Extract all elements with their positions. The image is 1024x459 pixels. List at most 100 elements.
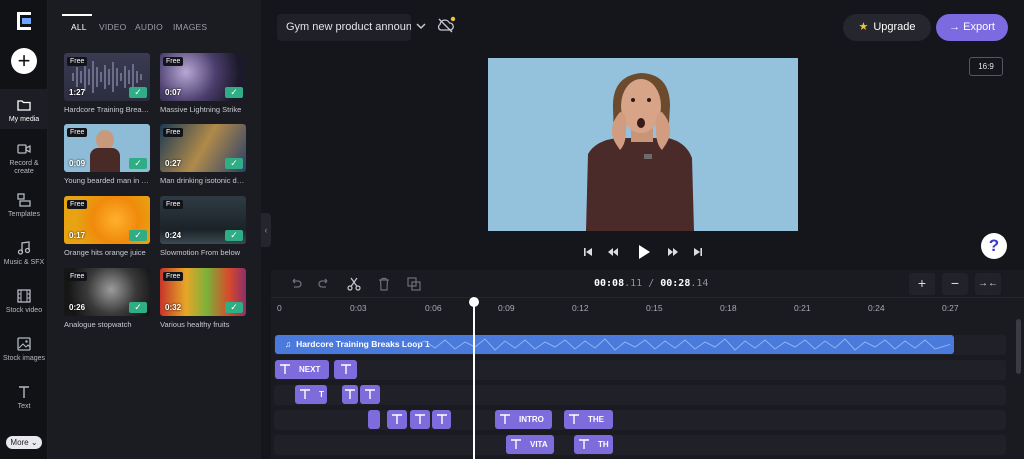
export-label: Export bbox=[963, 21, 995, 33]
check-icon: ✓ bbox=[225, 230, 243, 241]
fast-forward-icon[interactable] bbox=[667, 247, 679, 257]
zoom-in-button[interactable]: + bbox=[909, 273, 935, 295]
current-time-frac: .11 bbox=[624, 278, 643, 289]
rail-item-templates[interactable]: Templates bbox=[0, 192, 48, 219]
current-time: 00:08 bbox=[594, 278, 625, 289]
ruler-tick: 0:12 bbox=[572, 303, 589, 313]
media-tile[interactable]: Free 1:27 ✓ Hardcore Training Breaks Loo… bbox=[64, 53, 150, 114]
rail-item-my-media[interactable]: My media bbox=[0, 89, 48, 129]
ruler-tick: 0:18 bbox=[720, 303, 737, 313]
media-tile[interactable]: Free 0:27 ✓ Man drinking isotonic drink bbox=[160, 124, 246, 185]
text-clip[interactable] bbox=[410, 410, 430, 429]
media-tile[interactable]: Free 0:09 ✓ Young bearded man in shock bbox=[64, 124, 150, 185]
audio-clip-label: ♫ Hardcore Training Breaks Loop 1 bbox=[285, 335, 430, 354]
image-icon bbox=[17, 337, 31, 351]
text-clip[interactable]: THE bbox=[564, 410, 613, 429]
media-tile[interactable]: Free 0:24 ✓ Slowmotion From below bbox=[160, 196, 246, 257]
cloud-sync-icon[interactable] bbox=[436, 16, 456, 34]
timeline-scrollbar[interactable] bbox=[1016, 319, 1021, 374]
music-icon bbox=[17, 241, 31, 255]
collapse-panel-button[interactable]: ‹ bbox=[261, 213, 271, 247]
app-logo-icon[interactable] bbox=[12, 9, 36, 33]
text-clip[interactable]: TH bbox=[574, 435, 613, 454]
tab-images[interactable]: IMAGES bbox=[173, 14, 207, 40]
duplicate-icon[interactable] bbox=[406, 276, 422, 292]
rail-item-text[interactable]: Text bbox=[0, 384, 48, 411]
tab-audio[interactable]: AUDIO bbox=[135, 14, 163, 40]
media-tile[interactable]: Free 0:17 ✓ Orange hits orange juice bbox=[64, 196, 150, 257]
redo-icon[interactable] bbox=[316, 276, 332, 292]
text-icon bbox=[280, 364, 290, 374]
rewind-icon[interactable] bbox=[607, 247, 619, 257]
playhead-handle[interactable] bbox=[469, 297, 479, 307]
media-name: Young bearded man in shock bbox=[64, 176, 150, 185]
more-label: More bbox=[10, 438, 29, 447]
text-icon bbox=[579, 439, 589, 449]
text-track bbox=[274, 360, 1006, 380]
text-clip[interactable]: NEXT bbox=[275, 360, 329, 379]
rail-item-record[interactable]: Record & create bbox=[0, 141, 48, 176]
media-tile[interactable]: Free 0:32 ✓ Various healthy fruits bbox=[160, 268, 246, 329]
skip-back-icon[interactable] bbox=[583, 247, 593, 257]
rail-item-stock-video[interactable]: Stock video bbox=[0, 288, 48, 315]
rail-item-stock-images[interactable]: Stock images bbox=[0, 336, 48, 363]
duration-label: 0:32 bbox=[165, 303, 182, 312]
thumbnail: Free 0:07 ✓ bbox=[160, 53, 246, 101]
text-clip[interactable] bbox=[342, 385, 358, 404]
text-clip[interactable] bbox=[360, 385, 380, 404]
media-tile[interactable]: Free 0:26 ✓ Analogue stopwatch bbox=[64, 268, 150, 329]
check-icon: ✓ bbox=[129, 230, 147, 241]
text-icon bbox=[365, 389, 375, 399]
free-badge: Free bbox=[67, 128, 88, 137]
ruler-tick: 0:06 bbox=[425, 303, 442, 313]
playhead[interactable] bbox=[473, 299, 475, 459]
text-clip[interactable] bbox=[368, 410, 380, 429]
text-clip[interactable] bbox=[334, 360, 357, 379]
ruler-tick: 0:27 bbox=[942, 303, 959, 313]
rail-label: Stock video bbox=[5, 307, 43, 314]
text-clip[interactable]: T bbox=[295, 385, 327, 404]
rail-label: Music & SFX bbox=[3, 259, 45, 266]
text-clip-label: THE bbox=[588, 415, 604, 424]
text-clip[interactable]: INTRO bbox=[495, 410, 552, 429]
audio-clip-name: Hardcore Training Breaks Loop 1 bbox=[296, 339, 430, 349]
text-icon bbox=[300, 389, 310, 399]
trash-icon[interactable] bbox=[376, 276, 392, 292]
export-button[interactable]: → Export bbox=[936, 14, 1008, 41]
undo-icon[interactable] bbox=[288, 276, 304, 292]
templates-icon bbox=[17, 193, 31, 207]
more-button[interactable]: More ⌄ bbox=[6, 436, 42, 449]
thumbnail: Free 1:27 ✓ bbox=[64, 53, 150, 101]
split-scissors-icon[interactable] bbox=[346, 276, 362, 292]
thumbnail: Free 0:27 ✓ bbox=[160, 124, 246, 172]
aspect-ratio-button[interactable]: 16:9 bbox=[969, 57, 1003, 76]
text-clip[interactable] bbox=[387, 410, 407, 429]
app-window: + My media Record & create Templates Mus… bbox=[0, 0, 1024, 459]
timecode: 00:08.11 / 00:28.14 bbox=[594, 278, 709, 289]
rail-label: Text bbox=[17, 403, 31, 410]
media-tile[interactable]: Free 0:07 ✓ Massive Lightning Strike bbox=[160, 53, 246, 114]
text-clip[interactable] bbox=[432, 410, 451, 429]
text-icon bbox=[569, 414, 579, 424]
ruler-tick: 0:09 bbox=[498, 303, 515, 313]
play-icon[interactable] bbox=[637, 244, 651, 260]
add-media-button[interactable]: + bbox=[11, 48, 37, 74]
tab-video[interactable]: VIDEO bbox=[99, 14, 126, 40]
upgrade-button[interactable]: ★ Upgrade bbox=[843, 14, 931, 41]
help-button[interactable]: ? bbox=[981, 233, 1007, 259]
timeline-ruler[interactable]: 0 0:03 0:06 0:09 0:12 0:15 0:18 0:21 0:2… bbox=[271, 299, 1024, 319]
tab-all[interactable]: ALL bbox=[71, 14, 87, 40]
duration-label: 0:09 bbox=[69, 159, 86, 168]
audio-clip[interactable]: ♫ Hardcore Training Breaks Loop 1 bbox=[275, 335, 954, 354]
check-icon: ✓ bbox=[129, 302, 147, 313]
duration-label: 0:26 bbox=[69, 303, 86, 312]
rail-item-music[interactable]: Music & SFX bbox=[0, 240, 48, 267]
chevron-down-icon[interactable] bbox=[414, 19, 428, 33]
fit-icon: →← bbox=[978, 278, 998, 289]
text-clip[interactable]: VITA bbox=[506, 435, 554, 454]
fit-timeline-button[interactable]: →← bbox=[975, 273, 1001, 295]
project-title-input[interactable]: Gym new product announcement bbox=[277, 14, 411, 41]
zoom-out-button[interactable]: − bbox=[942, 273, 968, 295]
skip-forward-icon[interactable] bbox=[693, 247, 703, 257]
video-preview[interactable] bbox=[488, 58, 798, 231]
